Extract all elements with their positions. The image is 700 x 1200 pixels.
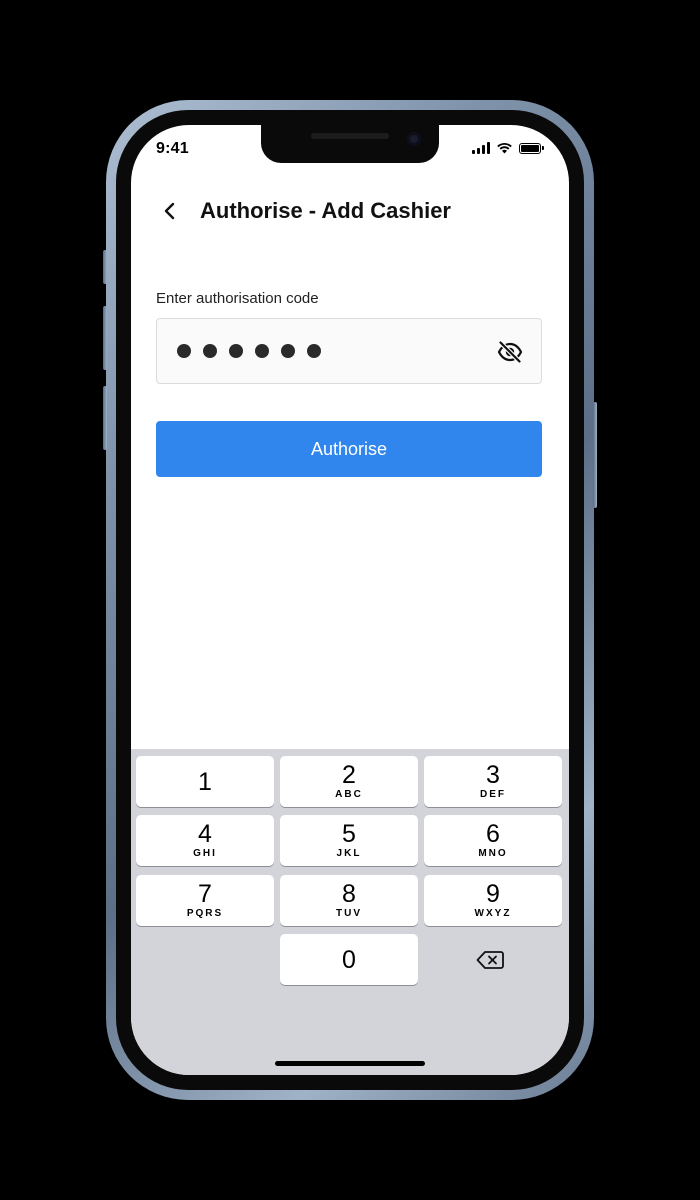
key-letters: WXYZ (474, 908, 512, 919)
volume-down-button (103, 386, 107, 450)
key-digit: 2 (342, 761, 356, 789)
key-3[interactable]: 3 DEF (424, 756, 562, 807)
masked-char-dot (255, 344, 269, 358)
key-letters: ABC (335, 789, 363, 800)
masked-char-dot (203, 344, 217, 358)
status-time: 9:41 (156, 140, 189, 157)
key-8[interactable]: 8 TUV (280, 875, 418, 926)
key-letters: TUV (336, 908, 362, 919)
volume-up-button (103, 306, 107, 370)
key-6[interactable]: 6 MNO (424, 815, 562, 866)
key-letters: MNO (478, 848, 508, 859)
masked-char-dot (281, 344, 295, 358)
eye-off-icon[interactable] (497, 339, 523, 365)
masked-char-dot (177, 344, 191, 358)
key-5[interactable]: 5 JKL (280, 815, 418, 866)
key-7[interactable]: 7 PQRS (136, 875, 274, 926)
key-digit: 7 (198, 880, 212, 908)
authorise-button[interactable]: Authorise (156, 421, 542, 477)
backspace-key[interactable] (421, 934, 559, 985)
status-icons (472, 142, 544, 154)
key-letters: JKL (336, 848, 362, 859)
page-title: Authorise - Add Cashier (200, 198, 451, 223)
numeric-keypad: 1 2 ABC 3 DEF 4 GHI 5 JKL 6 MNO 7 PQRS 8… (131, 749, 569, 1075)
key-digit: 5 (342, 820, 356, 848)
phone-screen: 9:41 Authorise - Add Cashier Enter autho… (131, 125, 569, 1075)
masked-char-dot (229, 344, 243, 358)
key-4[interactable]: 4 GHI (136, 815, 274, 866)
key-digit: 6 (486, 820, 500, 848)
notch (261, 125, 439, 163)
masked-char-dot (307, 344, 321, 358)
home-indicator (275, 1061, 425, 1066)
key-1[interactable]: 1 (136, 756, 274, 807)
masked-code (177, 344, 321, 358)
camera-icon (407, 132, 421, 146)
cellular-signal-icon (472, 142, 490, 154)
authorisation-code-input[interactable] (156, 318, 542, 384)
power-button (593, 402, 597, 508)
backspace-icon (476, 950, 504, 969)
battery-icon (519, 142, 544, 154)
key-2[interactable]: 2 ABC (280, 756, 418, 807)
key-digit: 9 (486, 880, 500, 908)
stage: 9:41 Authorise - Add Cashier Enter autho… (0, 0, 700, 1200)
key-digit: 3 (486, 761, 500, 789)
chevron-left-icon[interactable] (156, 197, 184, 225)
key-letters: GHI (193, 848, 217, 859)
key-digit: 4 (198, 820, 212, 848)
key-0[interactable]: 0 (280, 934, 418, 985)
key-digit: 1 (198, 767, 212, 796)
authorisation-code-label: Enter authorisation code (156, 290, 319, 307)
action-button (103, 250, 107, 284)
header: Authorise - Add Cashier (156, 195, 451, 227)
key-9[interactable]: 9 WXYZ (424, 875, 562, 926)
wifi-icon (497, 142, 512, 154)
key-digit: 0 (342, 945, 356, 974)
key-letters: PQRS (186, 908, 224, 919)
key-digit: 8 (342, 880, 356, 908)
key-letters: DEF (480, 789, 506, 800)
